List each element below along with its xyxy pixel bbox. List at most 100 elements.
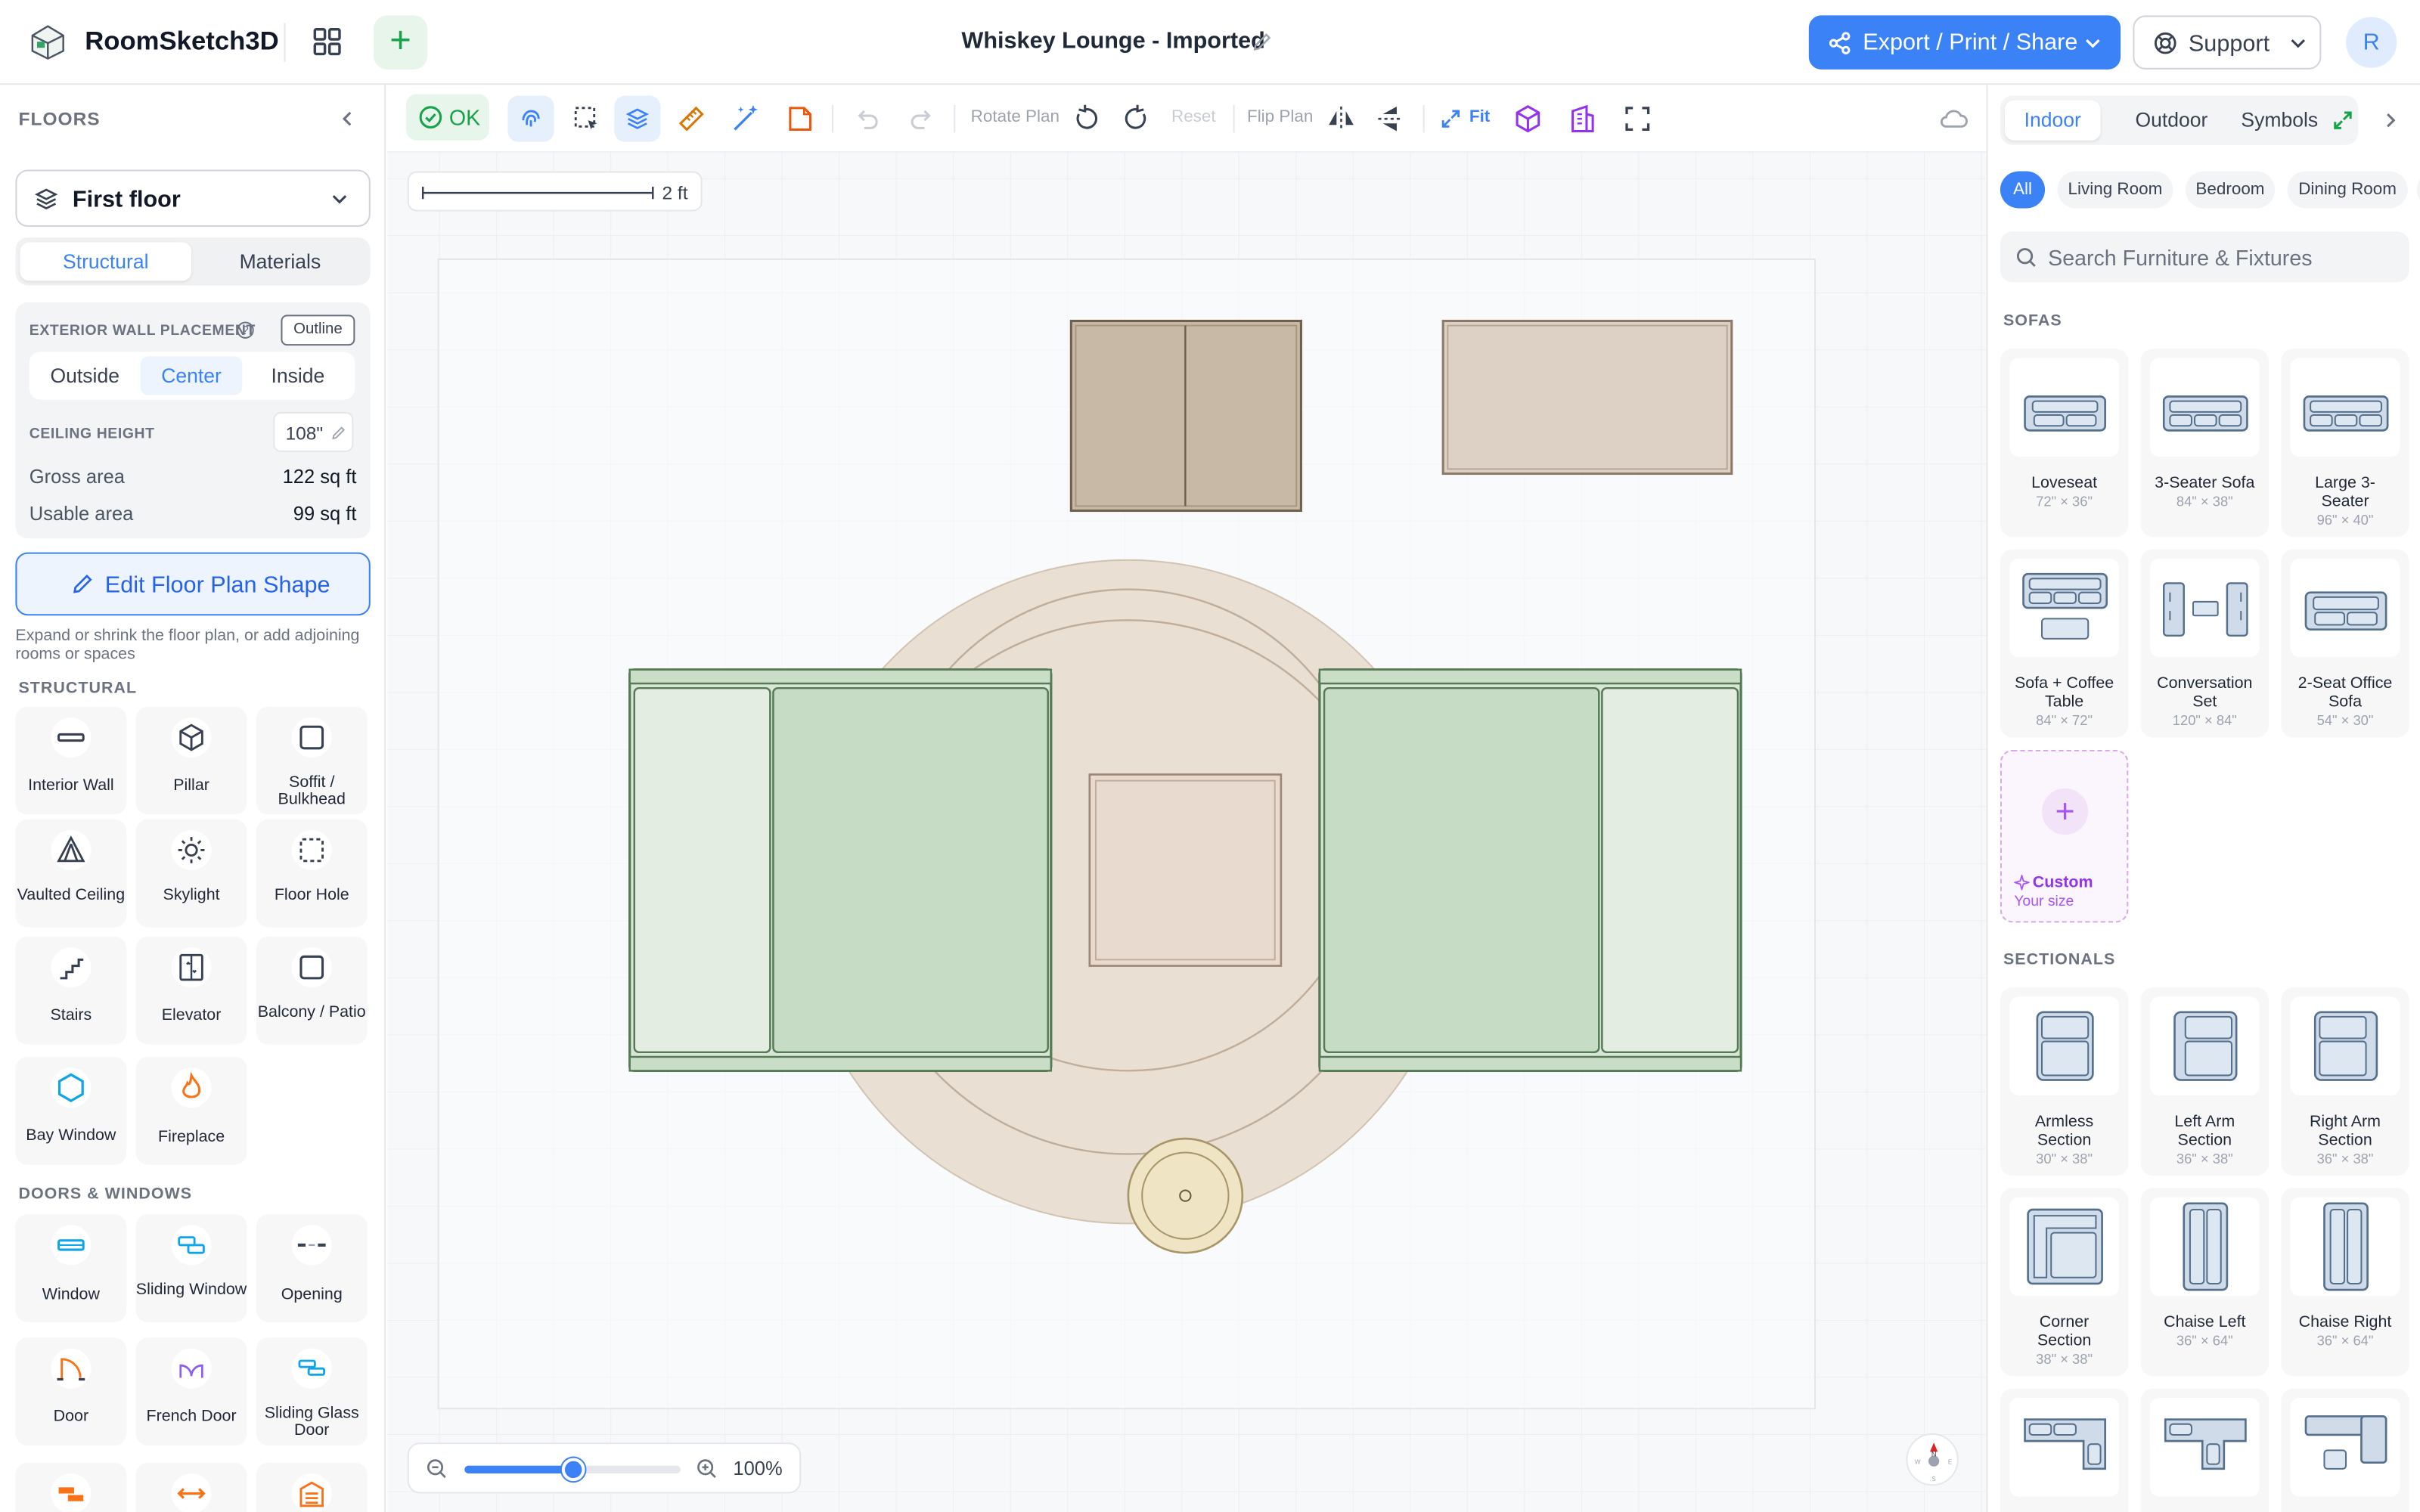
tile-label: Floor Hole bbox=[274, 885, 349, 904]
tile-garage-door[interactable] bbox=[256, 1462, 368, 1512]
3d-cube-icon[interactable] bbox=[1511, 102, 1545, 136]
building-icon[interactable] bbox=[1565, 102, 1599, 136]
round-side-table[interactable] bbox=[1127, 1137, 1244, 1254]
chevron-right-icon[interactable] bbox=[2380, 110, 2402, 132]
magic-select-button[interactable] bbox=[507, 95, 554, 142]
edit-floor-plan-shape-button[interactable]: Edit Floor Plan Shape bbox=[15, 552, 371, 616]
tile-sliding-glass-door[interactable]: Sliding Glass Door bbox=[256, 1337, 368, 1446]
export-print-share-button[interactable]: Export / Print / Share bbox=[1808, 15, 2121, 70]
furniture-card-corner-section[interactable]: Corner Section 38" × 38" bbox=[2000, 1188, 2129, 1377]
new-plan-button[interactable]: + bbox=[373, 15, 428, 70]
furniture-card-chaise-left[interactable]: Chaise Left 36" × 64" bbox=[2140, 1188, 2269, 1377]
furniture-card-large-3-seater[interactable]: Large 3-Seater 96" × 40" bbox=[2281, 349, 2409, 538]
tile-bay-window[interactable]: Bay Window bbox=[15, 1056, 127, 1165]
tile-pocket-door[interactable] bbox=[15, 1462, 127, 1512]
furniture-card-2-seat-office-sofa[interactable]: 2-Seat Office Sofa 54" × 30" bbox=[2281, 549, 2409, 738]
furniture-card-3-seater-sofa[interactable]: 3-Seater Sofa 84" × 38" bbox=[2140, 349, 2269, 538]
tile-pillar[interactable]: Pillar bbox=[135, 706, 247, 815]
chip-living-room[interactable]: Living Room bbox=[2057, 171, 2173, 209]
furniture-card-u-sectional[interactable] bbox=[2140, 1388, 2269, 1512]
layers-button[interactable] bbox=[614, 95, 661, 142]
rotate-left-icon[interactable] bbox=[1069, 102, 1103, 136]
ok-status-button[interactable]: OK bbox=[405, 94, 489, 141]
furniture-card-right-arm-section[interactable]: Right Arm Section 36" × 38" bbox=[2281, 987, 2409, 1176]
outline-button[interactable]: Outline bbox=[281, 314, 355, 346]
zoom-control: 100% bbox=[407, 1442, 802, 1494]
undo-icon[interactable] bbox=[850, 102, 884, 136]
dashboard-grid-icon[interactable] bbox=[309, 23, 346, 60]
chip-dining-room[interactable]: Dining Room bbox=[2287, 171, 2408, 209]
furniture-card-conversation-set[interactable]: Conversation Set 120" × 84" bbox=[2140, 549, 2269, 738]
wall-option-center[interactable]: Center bbox=[140, 356, 243, 395]
reset-button[interactable]: Reset bbox=[1171, 108, 1216, 126]
zoom-percentage: 100% bbox=[733, 1458, 783, 1480]
chip-more[interactable] bbox=[2416, 171, 2420, 209]
furniture-card-sectional-ottoman[interactable] bbox=[2281, 1388, 2409, 1512]
measure-tape-icon[interactable] bbox=[675, 102, 709, 136]
box-select-icon[interactable] bbox=[569, 102, 603, 136]
tab-materials[interactable]: Materials bbox=[194, 242, 366, 280]
tab-structural[interactable]: Structural bbox=[20, 242, 192, 281]
tile-floor-hole[interactable]: Floor Hole bbox=[256, 819, 368, 928]
furniture-card-chaise-right[interactable]: Chaise Right 36" × 64" bbox=[2281, 1188, 2409, 1377]
plan-canvas[interactable]: OK Rotate Plan Reset Flip Plan Fit 2 ft … bbox=[387, 85, 1987, 1512]
tile-skylight[interactable]: Skylight bbox=[135, 819, 247, 928]
tile-window[interactable]: Window bbox=[15, 1214, 127, 1322]
tile-french-door[interactable]: French Door bbox=[135, 1337, 247, 1446]
rectangular-table[interactable] bbox=[1441, 319, 1733, 476]
tile-vaulted-ceiling[interactable]: Vaulted Ceiling bbox=[15, 819, 127, 928]
rotate-right-icon[interactable] bbox=[1119, 102, 1153, 136]
tile-soffit-bulkhead[interactable]: Soffit / Bulkhead bbox=[256, 706, 368, 815]
custom-size-card[interactable]: + Custom Your size bbox=[2000, 749, 2129, 923]
tile-double-arrow-door[interactable] bbox=[135, 1462, 247, 1512]
tab-outdoor[interactable]: Outdoor bbox=[2118, 101, 2226, 141]
magic-wand-icon[interactable] bbox=[728, 102, 762, 136]
note-icon[interactable] bbox=[783, 102, 817, 136]
tile-stairs[interactable]: Stairs bbox=[15, 936, 127, 1045]
zoom-in-icon[interactable] bbox=[696, 1458, 718, 1480]
furniture-card-armless-section[interactable]: Armless Section 30" × 38" bbox=[2000, 987, 2129, 1176]
chip-bedroom[interactable]: Bedroom bbox=[2185, 171, 2276, 209]
help-icon[interactable]: ? bbox=[236, 321, 254, 339]
flip-vertical-icon[interactable] bbox=[1373, 102, 1407, 136]
tab-symbols[interactable]: Symbols bbox=[2232, 101, 2328, 141]
zoom-slider[interactable] bbox=[464, 1458, 681, 1482]
zoom-out-icon[interactable] bbox=[426, 1458, 448, 1480]
document-title[interactable]: Whiskey Lounge - Imported bbox=[961, 28, 1264, 54]
right-sofa[interactable] bbox=[1318, 668, 1742, 1072]
furniture-card-sofa-coffee-table[interactable]: Sofa + Coffee Table 84" × 72" bbox=[2000, 549, 2129, 738]
flip-horizontal-icon[interactable] bbox=[1324, 102, 1358, 136]
furniture-card-l-sectional[interactable] bbox=[2000, 1388, 2129, 1512]
furniture-search-input[interactable]: Search Furniture & Fixtures bbox=[2000, 231, 2409, 283]
chip-all[interactable]: All bbox=[2000, 171, 2046, 209]
tile-interior-wall[interactable]: Interior Wall bbox=[15, 706, 127, 815]
furniture-card-loveseat[interactable]: Loveseat 72" × 36" bbox=[2000, 349, 2129, 538]
zoom-slider-handle[interactable] bbox=[561, 1458, 585, 1482]
tile-balcony-patio[interactable]: Balcony / Patio bbox=[256, 936, 368, 1045]
tile-fireplace[interactable]: Fireplace bbox=[135, 1056, 247, 1165]
tab-indoor[interactable]: Indoor bbox=[2005, 100, 2101, 141]
tile-door[interactable]: Door bbox=[15, 1337, 127, 1446]
wall-option-inside[interactable]: Inside bbox=[247, 356, 349, 395]
support-button[interactable]: Support bbox=[2133, 15, 2322, 70]
tile-sliding-window[interactable]: Sliding Window bbox=[135, 1214, 247, 1322]
wall-option-outside[interactable]: Outside bbox=[34, 356, 136, 395]
top-cabinet[interactable] bbox=[1069, 319, 1302, 513]
cloud-sync-icon[interactable] bbox=[1937, 102, 1971, 136]
fullscreen-icon[interactable] bbox=[1621, 102, 1655, 136]
user-avatar[interactable]: R bbox=[2346, 17, 2397, 68]
furniture-card-left-arm-section[interactable]: Left Arm Section 36" × 38" bbox=[2140, 987, 2269, 1176]
tile-elevator[interactable]: Elevator bbox=[135, 936, 247, 1045]
coffee-table[interactable] bbox=[1088, 773, 1283, 967]
expand-panel-icon[interactable] bbox=[2332, 110, 2354, 132]
fit-button[interactable]: Fit bbox=[1469, 108, 1490, 126]
edit-title-pencil-icon[interactable] bbox=[1252, 31, 1274, 53]
floor-select[interactable]: First floor bbox=[15, 169, 371, 227]
ceiling-height-input[interactable]: 108" bbox=[273, 411, 354, 452]
redo-icon[interactable] bbox=[904, 102, 939, 136]
left-sofa[interactable] bbox=[628, 668, 1053, 1072]
collapse-panel-chevron-left-icon[interactable] bbox=[337, 108, 358, 130]
tile-opening[interactable]: Opening bbox=[256, 1214, 368, 1322]
compass-icon[interactable]: N W E S bbox=[1906, 1433, 1959, 1486]
custom-subtitle: Your size bbox=[2014, 893, 2074, 911]
